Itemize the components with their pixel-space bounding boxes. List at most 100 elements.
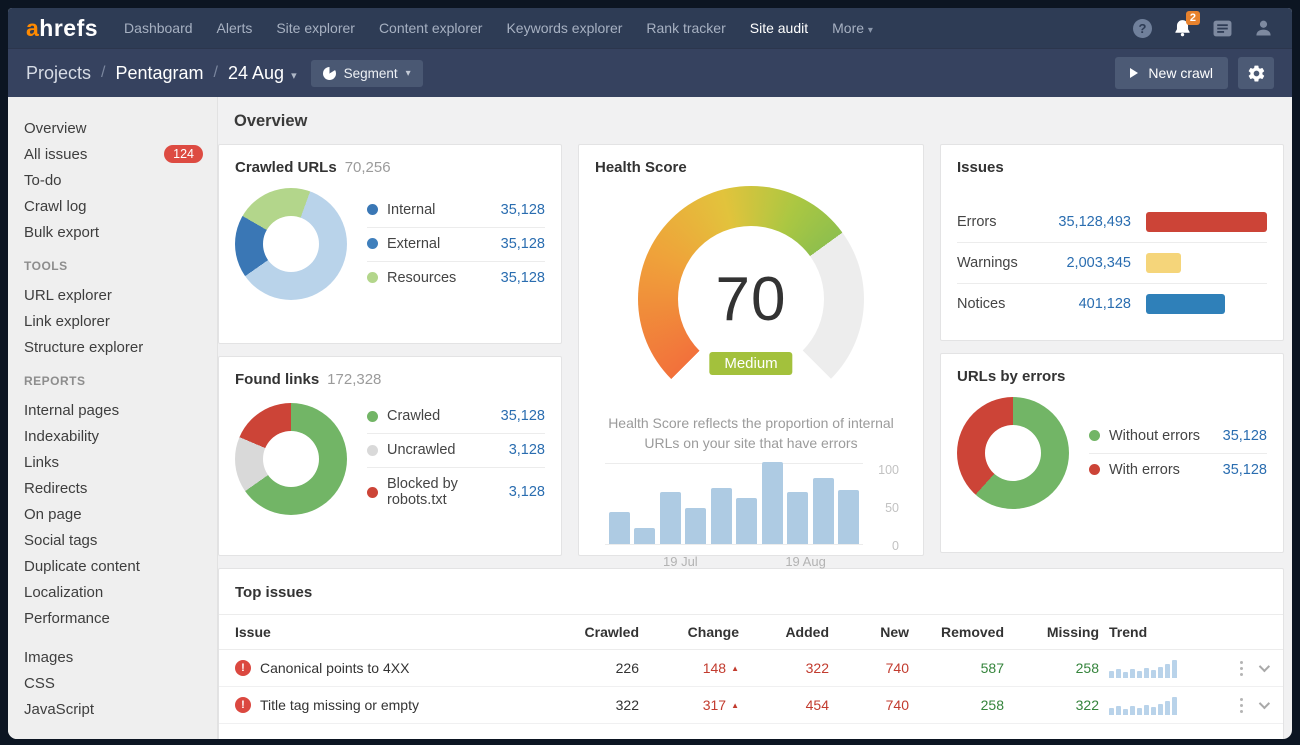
sidebar-item-link-explorer[interactable]: Link explorer [24, 308, 217, 334]
sidebar-item-links[interactable]: Links [24, 449, 217, 475]
legend-item-uncrawled: Uncrawled 3,128 [367, 434, 545, 468]
sidebar-item-duplicate-content[interactable]: Duplicate content [24, 553, 217, 579]
legend-value-link[interactable]: 3,128 [509, 442, 545, 458]
nav-item-more[interactable]: More ▾ [832, 20, 873, 36]
sidebar-item-overview[interactable]: Overview [24, 115, 217, 141]
health-score-description: Health Score reflects the proportion of … [595, 414, 907, 453]
sidebar-item-images[interactable]: Images [24, 644, 217, 670]
nav-item-content-explorer[interactable]: Content explorer [379, 20, 483, 36]
health-score-rating-badge: Medium [709, 352, 792, 375]
issues-count-link[interactable]: 401,128 [1029, 296, 1131, 312]
column-header-new: New [829, 624, 909, 640]
notification-count-badge: 2 [1186, 11, 1200, 25]
nav-item-alerts[interactable]: Alerts [217, 20, 253, 36]
sidebar-item-structure-explorer[interactable]: Structure explorer [24, 334, 217, 360]
change-value-link[interactable]: 148 [703, 660, 726, 676]
added-value-link[interactable]: 454 [739, 697, 829, 713]
kebab-menu-icon[interactable] [1240, 667, 1243, 670]
sidebar-item-indexability[interactable]: Indexability [24, 423, 217, 449]
help-icon[interactable]: ? [1133, 19, 1152, 38]
crawled-value-link[interactable]: 226 [549, 660, 639, 676]
new-value-link[interactable]: 740 [829, 697, 909, 713]
legend-item-without-errors: Without errors 35,128 [1089, 420, 1267, 454]
sidebar: OverviewAll issues124To-doCrawl logBulk … [8, 97, 218, 739]
sidebar-item-css[interactable]: CSS [24, 670, 217, 696]
ahrefs-logo[interactable]: ahrefs [26, 15, 98, 42]
legend-value-link[interactable]: 35,128 [501, 270, 545, 286]
segment-dropdown[interactable]: Segment ▾ [311, 60, 423, 87]
nav-item-site-audit[interactable]: Site audit [750, 20, 808, 36]
changelog-icon[interactable] [1213, 20, 1232, 37]
card-title: Found links [235, 371, 319, 388]
user-account-icon[interactable] [1253, 18, 1274, 38]
chevron-down-icon[interactable] [1259, 698, 1270, 709]
sidebar-resources-group: ImagesCSSJavaScript [24, 644, 217, 722]
crawled-value-link[interactable]: 322 [549, 697, 639, 713]
page-title: Overview [234, 112, 1284, 131]
project-header-bar: Projects / Pentagram / 24 Aug ▾ Segment … [8, 48, 1292, 97]
nav-item-rank-tracker[interactable]: Rank tracker [646, 20, 725, 36]
table-row: !Title tag missing or empty 322 317▲ 454… [219, 687, 1283, 724]
sidebar-item-localization[interactable]: Localization [24, 579, 217, 605]
gear-icon [1247, 64, 1266, 83]
removed-value-link[interactable]: 258 [909, 697, 1004, 713]
sidebar-item-redirects[interactable]: Redirects [24, 475, 217, 501]
breadcrumb-projects[interactable]: Projects [26, 63, 91, 84]
legend-value-link[interactable]: 35,128 [501, 202, 545, 218]
sidebar-item-crawl-log[interactable]: Crawl log [24, 193, 217, 219]
history-bar [685, 508, 706, 544]
play-icon [1130, 68, 1138, 78]
nav-item-dashboard[interactable]: Dashboard [124, 20, 193, 36]
issue-link[interactable]: Canonical points to 4XX [260, 660, 409, 676]
chevron-down-icon[interactable] [1259, 661, 1270, 672]
notifications-bell-icon[interactable]: 2 [1173, 18, 1192, 38]
sidebar-item-bulk-export[interactable]: Bulk export [24, 219, 217, 245]
sidebar-item-performance[interactable]: Performance [24, 605, 217, 631]
legend-dot [367, 238, 378, 249]
issues-count-link[interactable]: 35,128,493 [1029, 214, 1131, 230]
settings-button[interactable] [1238, 57, 1274, 89]
new-crawl-button[interactable]: New crawl [1115, 57, 1228, 89]
app-window: ahrefs Dashboard Alerts Site explorer Conte… [8, 8, 1292, 739]
legend-value-link[interactable]: 3,128 [509, 484, 545, 500]
removed-value-link[interactable]: 587 [909, 660, 1004, 676]
missing-value-link[interactable]: 322 [1004, 697, 1099, 713]
issue-link[interactable]: Title tag missing or empty [260, 697, 419, 713]
sidebar-item-javascript[interactable]: JavaScript [24, 696, 217, 722]
added-value-link[interactable]: 322 [739, 660, 829, 676]
legend-value-link[interactable]: 35,128 [1223, 462, 1267, 478]
card-total: 70,256 [345, 159, 391, 176]
sidebar-item-social-tags[interactable]: Social tags [24, 527, 217, 553]
kebab-menu-icon[interactable] [1240, 704, 1243, 707]
nav-item-keywords-explorer[interactable]: Keywords explorer [506, 20, 622, 36]
table-title: Top issues [219, 569, 1283, 614]
sidebar-item-to-do[interactable]: To-do [24, 167, 217, 193]
missing-value-link[interactable]: 258 [1004, 660, 1099, 676]
sidebar-item-url-explorer[interactable]: URL explorer [24, 282, 217, 308]
change-value-link[interactable]: 317 [703, 697, 726, 713]
sidebar-item-all-issues[interactable]: All issues124 [24, 141, 217, 167]
issues-bar [1146, 253, 1181, 273]
issues-count-link[interactable]: 2,003,345 [1029, 255, 1131, 271]
trend-sparkline [1109, 658, 1209, 678]
sidebar-item-on-page[interactable]: On page [24, 501, 217, 527]
issues-bar-list: Errors 35,128,493 Warnings 2,003,345 Not… [957, 202, 1267, 324]
nav-item-site-explorer[interactable]: Site explorer [276, 20, 355, 36]
legend-value-link[interactable]: 35,128 [1223, 428, 1267, 444]
table-header-row: IssueCrawledChangeAddedNewRemovedMissing… [219, 614, 1283, 650]
header-actions: New crawl [1115, 57, 1274, 89]
issues-bar [1146, 212, 1267, 232]
new-value-link[interactable]: 740 [829, 660, 909, 676]
legend-value-link[interactable]: 35,128 [501, 408, 545, 424]
breadcrumb: Projects / Pentagram / 24 Aug ▾ [26, 63, 297, 84]
table-row: !Canonical points to 4XX 226 148▲ 322 74… [219, 650, 1283, 687]
chevron-down-icon: ▾ [868, 25, 873, 36]
x-axis-label: 19 Jul [663, 554, 698, 569]
legend-value-link[interactable]: 35,128 [501, 236, 545, 252]
sidebar-item-internal-pages[interactable]: Internal pages [24, 397, 217, 423]
breadcrumb-project-name[interactable]: Pentagram [115, 63, 203, 84]
crawl-date-dropdown[interactable]: 24 Aug ▾ [228, 63, 297, 84]
history-bar [736, 498, 757, 544]
sidebar-main-group: OverviewAll issues124To-doCrawl logBulk … [24, 115, 217, 245]
history-bar [762, 462, 783, 544]
